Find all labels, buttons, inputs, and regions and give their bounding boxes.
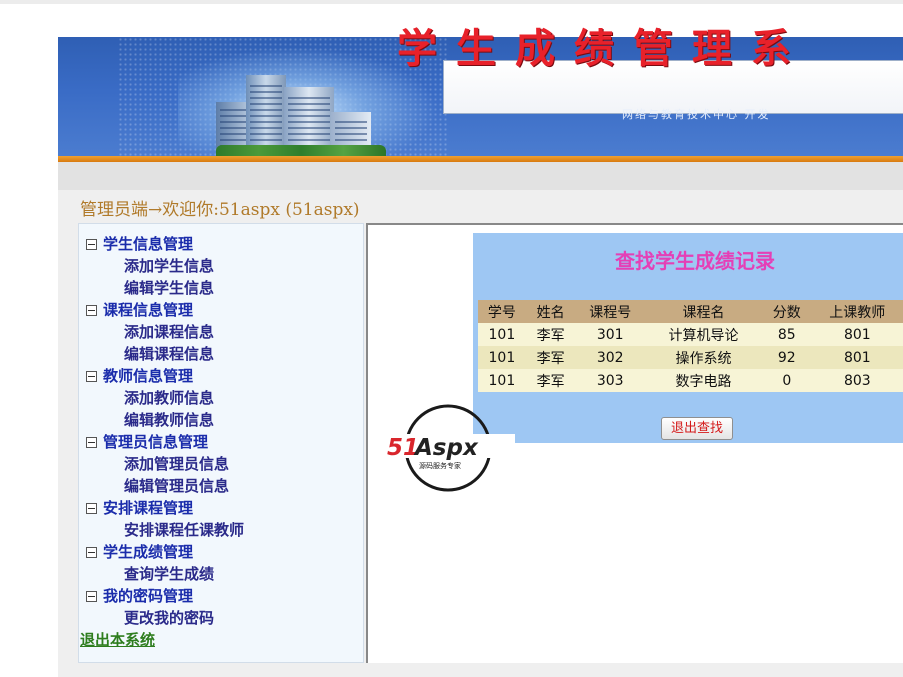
sidebar-group-label[interactable]: 学生成绩管理 <box>103 541 193 563</box>
sidebar-group-label[interactable]: 我的密码管理 <box>103 585 193 607</box>
sidebar-group-0[interactable]: 学生信息管理 <box>86 233 244 255</box>
table-cell: 801 <box>811 346 903 369</box>
table-cell: 操作系统 <box>644 346 762 369</box>
results-title: 查找学生成绩记录 <box>615 249 775 273</box>
collapse-toggle-icon[interactable] <box>86 238 97 250</box>
sidebar-group-6[interactable]: 我的密码管理 <box>86 585 244 607</box>
table-cell: 801 <box>811 323 903 346</box>
building-illustration <box>216 67 386 159</box>
welcome-text: 管理员端→欢迎你:51aspx (51aspx) <box>80 200 360 220</box>
sidebar-item[interactable]: 更改我的密码 <box>86 607 244 629</box>
sidebar-item[interactable]: 编辑教师信息 <box>86 409 244 431</box>
column-header: 学号 <box>478 300 526 323</box>
table-header-row: 学号 姓名 课程号 课程名 分数 上课教师 <box>478 300 903 323</box>
sidebar-item[interactable]: 添加学生信息 <box>86 255 244 277</box>
sidebar-group-3[interactable]: 管理员信息管理 <box>86 431 244 453</box>
table-cell: 303 <box>575 369 645 392</box>
sidebar-item[interactable]: 添加课程信息 <box>86 321 244 343</box>
exit-system-link[interactable]: 退出本系统 <box>80 629 155 651</box>
sidebar-group-label[interactable]: 安排课程管理 <box>103 497 193 519</box>
table-cell: 数字电路 <box>644 369 762 392</box>
table-cell: 101 <box>478 323 526 346</box>
collapse-toggle-icon[interactable] <box>86 436 97 448</box>
sidebar-item[interactable]: 编辑管理员信息 <box>86 475 244 497</box>
sidebar-item[interactable]: 添加教师信息 <box>86 387 244 409</box>
column-header: 上课教师 <box>811 300 903 323</box>
sidebar-item[interactable]: 添加管理员信息 <box>86 453 244 475</box>
table-cell: 101 <box>478 369 526 392</box>
grades-table: 学号 姓名 课程号 课程名 分数 上课教师 101 李军 301 计算机导论 85 801 101 李军… <box>478 300 903 392</box>
column-header: 分数 <box>761 300 812 323</box>
51aspx-logo-icon: 51 Aspx 源码服务专家 <box>385 404 515 492</box>
sidebar-item[interactable]: 安排课程任课教师 <box>86 519 244 541</box>
sidebar-group-label[interactable]: 管理员信息管理 <box>103 431 208 453</box>
table-cell: 803 <box>811 369 903 392</box>
table-cell: 92 <box>761 346 812 369</box>
table-cell: 301 <box>575 323 645 346</box>
collapse-toggle-icon[interactable] <box>86 370 97 382</box>
app-title: 学生成绩管理系 <box>397 25 810 72</box>
top-divider <box>0 0 903 4</box>
exit-search-button[interactable]: 退出查找 <box>661 417 733 440</box>
logo-brand-aspx: Aspx <box>413 435 479 461</box>
sidebar-group-2[interactable]: 教师信息管理 <box>86 365 244 387</box>
table-cell: 李军 <box>525 323 576 346</box>
table-row: 101 李军 303 数字电路 0 803 <box>478 369 903 392</box>
column-header: 课程号 <box>575 300 645 323</box>
sidebar-group-4[interactable]: 安排课程管理 <box>86 497 244 519</box>
collapse-toggle-icon[interactable] <box>86 590 97 602</box>
logo-tagline: 源码服务专家 <box>419 461 461 470</box>
table-row: 101 李军 302 操作系统 92 801 <box>478 346 903 369</box>
sidebar-item[interactable]: 编辑课程信息 <box>86 343 244 365</box>
table-cell: 302 <box>575 346 645 369</box>
collapse-toggle-icon[interactable] <box>86 304 97 316</box>
collapse-toggle-icon[interactable] <box>86 502 97 514</box>
table-cell: 85 <box>761 323 812 346</box>
sidebar-group-label[interactable]: 课程信息管理 <box>103 299 193 321</box>
table-row: 101 李军 301 计算机导论 85 801 <box>478 323 903 346</box>
sidebar-group-1[interactable]: 课程信息管理 <box>86 299 244 321</box>
sidebar-menu: 学生信息管理 添加学生信息 编辑学生信息 课程信息管理 添加课程信息 编辑课程信息 教师信息… <box>80 233 244 651</box>
app-subtitle: 网络与教育技术中心 开发 <box>622 108 771 121</box>
sidebar-group-label[interactable]: 学生信息管理 <box>103 233 193 255</box>
table-cell: 李军 <box>525 369 576 392</box>
table-cell: 计算机导论 <box>644 323 762 346</box>
table-cell: 0 <box>761 369 812 392</box>
sidebar-item[interactable]: 查询学生成绩 <box>86 563 244 585</box>
sidebar-group-label[interactable]: 教师信息管理 <box>103 365 193 387</box>
banner-bar <box>58 162 903 190</box>
table-cell: 李军 <box>525 346 576 369</box>
collapse-toggle-icon[interactable] <box>86 546 97 558</box>
sidebar-item[interactable]: 编辑学生信息 <box>86 277 244 299</box>
column-header: 姓名 <box>525 300 576 323</box>
table-cell: 101 <box>478 346 526 369</box>
column-header: 课程名 <box>644 300 762 323</box>
sidebar-group-5[interactable]: 学生成绩管理 <box>86 541 244 563</box>
